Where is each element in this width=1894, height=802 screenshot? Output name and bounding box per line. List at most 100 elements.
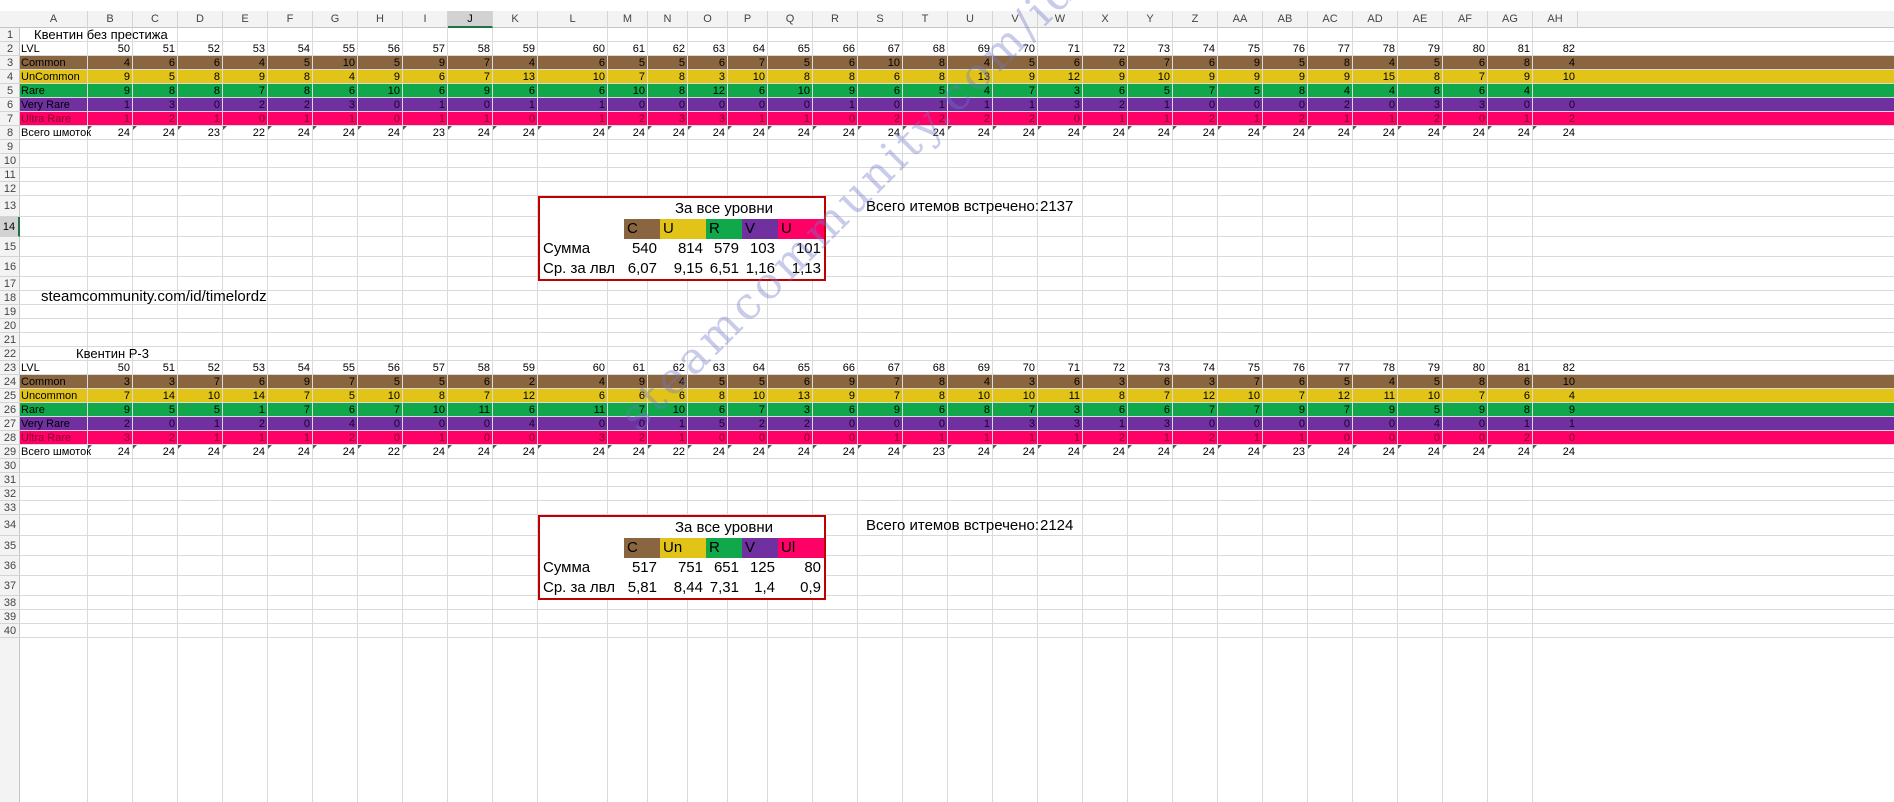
summary-sum-very_rare[interactable]: 125 [742, 558, 778, 578]
block1-ultra_rare-value[interactable]: 0 [223, 112, 268, 126]
block1-uncommon-value[interactable]: 9 [1308, 70, 1353, 84]
block1-level-60[interactable]: 60 [538, 42, 608, 56]
block2-total-value[interactable]: 24 [403, 445, 448, 459]
block1-total-value[interactable]: 24 [1488, 126, 1533, 140]
block2-rare-value[interactable]: 9 [1263, 403, 1308, 417]
column-header-i[interactable]: I [403, 11, 448, 28]
block2-rare-value[interactable]: 9 [1443, 403, 1488, 417]
block2-uncommon-value[interactable]: 9 [813, 389, 858, 403]
block1-common-value[interactable]: 10 [313, 56, 358, 70]
block2-very_rare-value[interactable]: 0 [448, 417, 493, 431]
block1-common-value[interactable]: 5 [1398, 56, 1443, 70]
block1-rare-value[interactable]: 8 [133, 84, 178, 98]
block1-ultra_rare-value[interactable]: 0 [1443, 112, 1488, 126]
block2-very_rare-value[interactable]: 0 [1173, 417, 1218, 431]
block2-ultra_rare-value[interactable]: 0 [358, 431, 403, 445]
block2-level-77[interactable]: 77 [1308, 361, 1353, 375]
column-header-af[interactable]: AF [1443, 11, 1488, 28]
block1-rare-value[interactable]: 6 [403, 84, 448, 98]
block1-uncommon-value[interactable]: 3 [688, 70, 728, 84]
column-header-ah[interactable]: AH [1533, 11, 1578, 28]
block2-very_rare-value[interactable]: 0 [1218, 417, 1263, 431]
block1-very_rare-value[interactable]: 1 [1128, 98, 1173, 112]
block1-very_rare-value[interactable]: 1 [813, 98, 858, 112]
block2-total-value[interactable]: 24 [133, 445, 178, 459]
block1-very_rare-value[interactable]: 3 [1038, 98, 1083, 112]
block2-level-73[interactable]: 73 [1128, 361, 1173, 375]
block1-very_rare-value[interactable]: 3 [1443, 98, 1488, 112]
block2-very_rare-value[interactable]: 1 [1083, 417, 1128, 431]
block2-level-62[interactable]: 62 [648, 361, 688, 375]
block1-rare-value[interactable]: 6 [493, 84, 538, 98]
block1-very_rare-value[interactable]: 1 [538, 98, 608, 112]
block1-ultra_rare-value[interactable]: 1 [88, 112, 133, 126]
block1-total-value[interactable]: 24 [538, 126, 608, 140]
block1-uncommon-value[interactable]: 9 [223, 70, 268, 84]
block1-common-label[interactable]: Common [20, 56, 88, 70]
block1-ultra_rare-value[interactable]: 1 [1308, 112, 1353, 126]
block2-very_rare-value[interactable]: 0 [538, 417, 608, 431]
column-header-q[interactable]: Q [768, 11, 813, 28]
block2-ultra_rare-value[interactable]: 0 [1533, 431, 1578, 445]
block2-ultra_rare-value[interactable]: 1 [178, 431, 223, 445]
block2-common-value[interactable]: 8 [903, 375, 948, 389]
block1-level-78[interactable]: 78 [1353, 42, 1398, 56]
block2-uncommon-value[interactable]: 6 [608, 389, 648, 403]
block2-rare-value[interactable]: 1 [223, 403, 268, 417]
block1-uncommon-value[interactable]: 9 [358, 70, 403, 84]
block1-level-57[interactable]: 57 [403, 42, 448, 56]
block1-total-value[interactable]: 24 [1128, 126, 1173, 140]
block2-level-80[interactable]: 80 [1443, 361, 1488, 375]
block1-total-value[interactable]: 22 [223, 126, 268, 140]
block2-uncommon-value[interactable]: 6 [538, 389, 608, 403]
block1-total-value[interactable]: 23 [403, 126, 448, 140]
block2-level-50[interactable]: 50 [88, 361, 133, 375]
block1-rare-value[interactable]: 7 [1173, 84, 1218, 98]
summary-avg-rare[interactable]: 6,51 [706, 259, 742, 279]
block1-common-value[interactable]: 6 [1038, 56, 1083, 70]
block2-total-value[interactable]: 24 [1038, 445, 1083, 459]
block2-total-value[interactable]: 24 [1353, 445, 1398, 459]
block1-common-value[interactable]: 5 [768, 56, 813, 70]
block1-rare-value[interactable]: 5 [1128, 84, 1173, 98]
total-items-value[interactable]: 2124 [1040, 517, 1073, 534]
block2-ultra_rare-value[interactable]: 2 [1488, 431, 1533, 445]
block1-level-82[interactable]: 82 [1533, 42, 1578, 56]
block1-common-value[interactable]: 6 [1083, 56, 1128, 70]
block1-rare-value[interactable]: 6 [728, 84, 768, 98]
block1-total-value[interactable]: 24 [1218, 126, 1263, 140]
block2-level-58[interactable]: 58 [448, 361, 493, 375]
block2-total-value[interactable]: 24 [993, 445, 1038, 459]
block2-ultra_rare-value[interactable]: 0 [768, 431, 813, 445]
column-header-ad[interactable]: AD [1353, 11, 1398, 28]
block1-very_rare-value[interactable]: 3 [133, 98, 178, 112]
block1-ultra_rare-value[interactable]: 1 [768, 112, 813, 126]
column-header-aa[interactable]: AA [1218, 11, 1263, 28]
block2-common-value[interactable]: 3 [88, 375, 133, 389]
block1-uncommon-value[interactable]: 7 [1443, 70, 1488, 84]
block1-rare-value[interactable]: 4 [1488, 84, 1533, 98]
block2-rare-value[interactable]: 5 [133, 403, 178, 417]
block2-very_rare-value[interactable]: 0 [1443, 417, 1488, 431]
row-header-22[interactable]: 22 [0, 347, 20, 361]
row-header-11[interactable]: 11 [0, 168, 20, 182]
block2-uncommon-value[interactable]: 14 [133, 389, 178, 403]
block2-common-value[interactable]: 6 [1488, 375, 1533, 389]
block1-ultra_rare-value[interactable]: 1 [1083, 112, 1128, 126]
block1-total-value[interactable]: 24 [648, 126, 688, 140]
block2-rare-value[interactable]: 6 [813, 403, 858, 417]
block1-total-value[interactable]: 24 [1308, 126, 1353, 140]
block2-total-value[interactable]: 24 [178, 445, 223, 459]
block2-common-value[interactable]: 7 [1218, 375, 1263, 389]
block2-uncommon-value[interactable]: 7 [448, 389, 493, 403]
block2-level-53[interactable]: 53 [223, 361, 268, 375]
block1-rare-value[interactable]: 5 [1218, 84, 1263, 98]
block1-rare-value[interactable]: 7 [993, 84, 1038, 98]
block1-uncommon-value[interactable]: 6 [403, 70, 448, 84]
block2-common-value[interactable]: 4 [1353, 375, 1398, 389]
row-header-38[interactable]: 38 [0, 596, 20, 610]
block1-ultra_rare-value[interactable]: 1 [1218, 112, 1263, 126]
block1-uncommon-value[interactable]: 8 [1398, 70, 1443, 84]
block2-very_rare-value[interactable]: 1 [1533, 417, 1578, 431]
block1-rare-value[interactable]: 8 [648, 84, 688, 98]
